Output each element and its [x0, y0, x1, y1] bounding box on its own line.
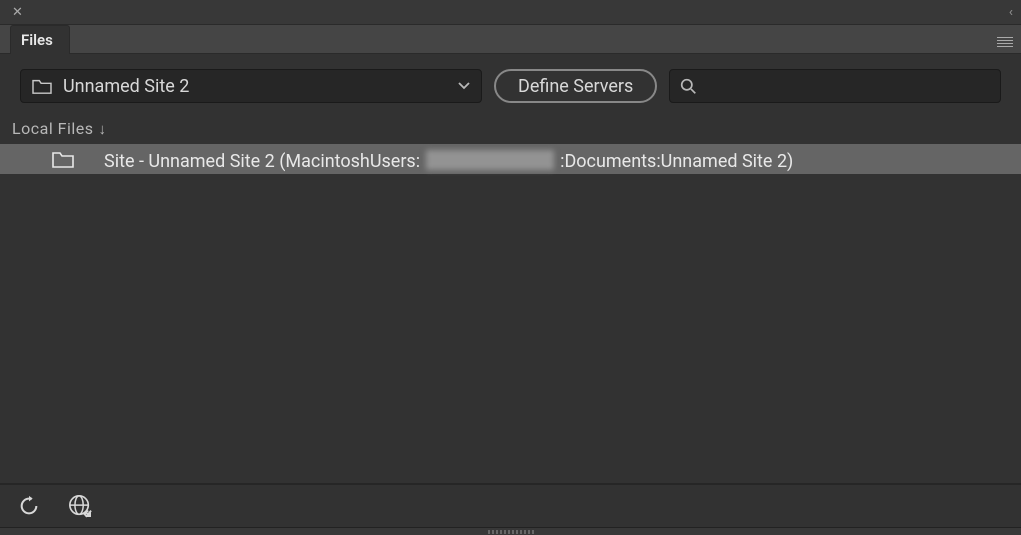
file-row-suffix: :Documents:Unnamed Site 2) [560, 151, 793, 172]
define-servers-button[interactable]: Define Servers [494, 69, 657, 103]
search-input[interactable] [669, 69, 1001, 103]
file-row-prefix: Site - Unnamed Site 2 (MacintoshUsers: [104, 151, 420, 172]
folder-icon [31, 77, 53, 95]
chevron-down-icon [457, 81, 471, 91]
panel-header: ✕ ‹‹ [0, 0, 1021, 25]
search-field[interactable] [705, 77, 990, 95]
panel-menu-icon[interactable] [995, 31, 1015, 53]
controls-row: Unnamed Site 2 Define Servers [0, 54, 1021, 113]
site-dropdown-label: Unnamed Site 2 [63, 76, 457, 97]
collapse-icon[interactable]: ‹‹ [1005, 5, 1013, 20]
refresh-button[interactable] [18, 495, 40, 517]
file-list-empty-area [0, 174, 1021, 474]
folder-icon [50, 149, 76, 169]
tab-bar: Files [0, 25, 1021, 54]
tab-label: Files [21, 31, 53, 49]
file-list: Site - Unnamed Site 2 (MacintoshUsers: :… [0, 144, 1021, 483]
search-icon [680, 78, 697, 95]
globe-icon [68, 494, 92, 518]
column-header-local-files[interactable]: Local Files ↓ [0, 113, 1021, 144]
sort-down-icon: ↓ [99, 120, 107, 138]
file-row-label: Site - Unnamed Site 2 (MacintoshUsers: :… [104, 147, 793, 172]
resize-grip[interactable] [0, 527, 1021, 535]
tab-files[interactable]: Files [10, 25, 70, 54]
file-row-site-root[interactable]: Site - Unnamed Site 2 (MacintoshUsers: :… [0, 144, 1021, 174]
redacted-username [426, 150, 554, 170]
close-icon[interactable]: ✕ [8, 5, 27, 20]
publish-button[interactable] [68, 494, 92, 518]
define-servers-label: Define Servers [518, 76, 633, 97]
footer-bar [0, 485, 1021, 527]
refresh-icon [18, 495, 40, 517]
column-header-label: Local Files [12, 119, 94, 138]
site-dropdown[interactable]: Unnamed Site 2 [20, 69, 482, 103]
